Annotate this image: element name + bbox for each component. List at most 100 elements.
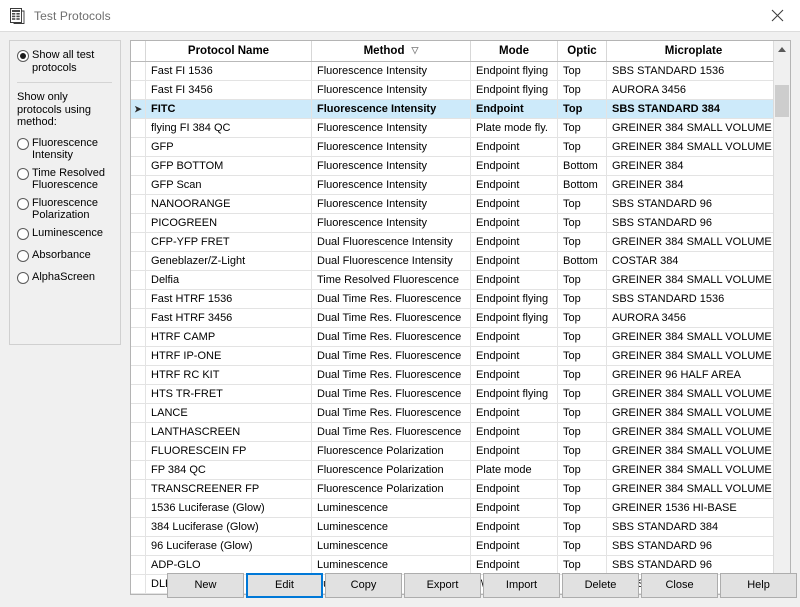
cell-method: Dual Time Res. Fluorescence: [311, 403, 471, 423]
sort-descending-icon: ▽: [411, 45, 419, 55]
copy-button[interactable]: Copy: [325, 572, 402, 598]
cell-optic: Top: [557, 384, 607, 404]
cell-protocol-name: HTRF RC KIT: [145, 365, 312, 385]
table-row[interactable]: ➤ FITC Fluorescence Intensity Endpoint Top SB…: [131, 99, 773, 119]
export-button[interactable]: Export: [404, 572, 481, 598]
table-row[interactable]: GFP Fluorescence Intensity Endpoint Top GREI…: [131, 137, 773, 157]
import-button[interactable]: Import: [483, 572, 560, 598]
table-row[interactable]: HTRF IP-ONE Dual Time Res. Fluorescence En…: [131, 346, 773, 366]
delete-button[interactable]: Delete: [562, 572, 639, 598]
cell-microplate: GREINER 384 SMALL VOLUME: [606, 118, 773, 138]
table-vertical-scrollbar[interactable]: [773, 41, 790, 594]
table-row[interactable]: Geneblazer/Z-Light Dual Fluorescence Inte…: [131, 251, 773, 271]
cell-mode: Endpoint: [470, 194, 558, 214]
cell-mode: Endpoint flying: [470, 384, 558, 404]
table-row[interactable]: GFP Scan Fluorescence Intensity Endpoint Bo…: [131, 175, 773, 195]
cell-protocol-name: HTRF CAMP: [145, 327, 312, 347]
table-row[interactable]: flying FI 384 QC Fluorescence Intensity Pl…: [131, 118, 773, 138]
row-indicator-cell: [131, 536, 146, 556]
table-row[interactable]: 384 Luciferase (Glow) Luminescence Endpoin…: [131, 517, 773, 537]
table-row[interactable]: Fast FI 1536 Fluorescence Intensity Endpoi…: [131, 61, 773, 81]
radio-absorbance[interactable]: Absorbance: [17, 249, 114, 262]
close-button[interactable]: Close: [641, 572, 718, 598]
cell-mode: Endpoint: [470, 137, 558, 157]
cell-method: Dual Time Res. Fluorescence: [311, 308, 471, 328]
radio-indicator-alphascreen: [17, 271, 29, 284]
cell-mode: Endpoint flying: [470, 289, 558, 309]
table-row[interactable]: LANTHASCREEN Dual Time Res. Fluorescence E…: [131, 422, 773, 442]
cell-mode: Endpoint: [470, 156, 558, 176]
cell-microplate: GREINER 96 HALF AREA: [606, 365, 773, 385]
row-indicator-cell: [131, 460, 146, 480]
new-button[interactable]: New: [167, 572, 244, 598]
close-window-button[interactable]: [755, 0, 800, 31]
scrollbar-thumb[interactable]: [775, 85, 789, 117]
table-row[interactable]: PICOGREEN Fluorescence Intensity Endpoint T…: [131, 213, 773, 233]
cell-method: Fluorescence Intensity: [311, 99, 471, 119]
table-row[interactable]: FP 384 QC Fluorescence Polarization Plate …: [131, 460, 773, 480]
cell-microplate: AURORA 3456: [606, 308, 773, 328]
column-header-method-label: Method: [363, 45, 405, 57]
cell-mode: Endpoint: [470, 270, 558, 290]
radio-label-time-resolved-fluorescence: Time Resolved Fluorescence: [32, 166, 105, 192]
row-indicator-cell: [131, 232, 146, 252]
table-row[interactable]: GFP BOTTOM Fluorescence Intensity Endpoint…: [131, 156, 773, 176]
cell-method: Dual Time Res. Fluorescence: [311, 327, 471, 347]
cell-method: Fluorescence Intensity: [311, 118, 471, 138]
cell-protocol-name: 1536 Luciferase (Glow): [145, 498, 312, 518]
column-header-protocol-name[interactable]: Protocol Name: [145, 41, 312, 62]
table-row[interactable]: CFP-YFP FRET Dual Fluorescence Intensity E…: [131, 232, 773, 252]
cell-microplate: SBS STANDARD 96: [606, 194, 773, 214]
table-row[interactable]: HTRF RC KIT Dual Time Res. Fluorescence En…: [131, 365, 773, 385]
cell-optic: Bottom: [557, 175, 607, 195]
radio-label-absorbance: Absorbance: [32, 248, 91, 261]
column-header-microplate[interactable]: Microplate: [606, 41, 773, 62]
cell-microplate: GREINER 384 SMALL VOLUME: [606, 403, 773, 423]
table-row[interactable]: LANCE Dual Time Res. Fluorescence Endpoint…: [131, 403, 773, 423]
table-row[interactable]: Fast FI 3456 Fluorescence Intensity Endpoi…: [131, 80, 773, 100]
cell-protocol-name: Fast FI 3456: [145, 80, 312, 100]
edit-button[interactable]: Edit: [246, 572, 323, 598]
cell-method: Dual Time Res. Fluorescence: [311, 289, 471, 309]
table-row[interactable]: FLUORESCEIN FP Fluorescence Polarization E…: [131, 441, 773, 461]
row-indicator-cell: [131, 213, 146, 233]
radio-fluorescence-polarization[interactable]: Fluorescence Polarization: [17, 197, 114, 222]
table-row[interactable]: Delfia Time Resolved Fluorescence Endpoint…: [131, 270, 773, 290]
row-indicator-cell: [131, 308, 146, 328]
table-row[interactable]: Fast HTRF 3456 Dual Time Res. Fluorescenc…: [131, 308, 773, 328]
radio-time-resolved-fluorescence[interactable]: Time Resolved Fluorescence: [17, 167, 114, 192]
cell-protocol-name: Delfia: [145, 270, 312, 290]
radio-show-all-protocols[interactable]: Show all test protocols: [17, 49, 114, 74]
table-row[interactable]: TRANSCREENER FP Fluorescence Polarization…: [131, 479, 773, 499]
help-button[interactable]: Help: [720, 572, 797, 598]
table-row[interactable]: Fast HTRF 1536 Dual Time Res. Fluorescenc…: [131, 289, 773, 309]
column-header-mode[interactable]: Mode: [470, 41, 558, 62]
radio-label-show-all: Show all test protocols: [32, 49, 95, 74]
radio-indicator-show-all: [17, 50, 29, 62]
cell-method: Dual Time Res. Fluorescence: [311, 384, 471, 404]
row-indicator-cell: [131, 289, 146, 309]
cell-protocol-name: 96 Luciferase (Glow): [145, 536, 312, 556]
table-row[interactable]: 96 Luciferase (Glow) Luminescence Endpoint…: [131, 536, 773, 556]
row-indicator-cell: ➤: [131, 99, 146, 119]
cell-optic: Top: [557, 194, 607, 214]
cell-microplate: GREINER 384 SMALL VOLUME: [606, 270, 773, 290]
column-header-method[interactable]: Method ▽: [311, 41, 471, 62]
scroll-up-button[interactable]: [774, 41, 790, 58]
cell-microplate: SBS STANDARD 96: [606, 536, 773, 556]
table-row[interactable]: NANOORANGE Fluorescence Intensity Endpoint…: [131, 194, 773, 214]
row-indicator-cell: [131, 479, 146, 499]
column-header-optic[interactable]: Optic: [557, 41, 607, 62]
table-row[interactable]: 1536 Luciferase (Glow) Luminescence Endpoi…: [131, 498, 773, 518]
radio-alphascreen[interactable]: AlphaScreen: [17, 271, 114, 284]
row-indicator-cell: [131, 498, 146, 518]
cell-mode: Endpoint flying: [470, 61, 558, 81]
row-indicator-cell: [131, 346, 146, 366]
row-indicator-cell: [131, 61, 146, 81]
radio-fluorescence-intensity[interactable]: Fluorescence Intensity: [17, 137, 114, 162]
table-row[interactable]: HTS TR-FRET Dual Time Res. Fluorescence En…: [131, 384, 773, 404]
radio-luminescence[interactable]: Luminescence: [17, 227, 114, 240]
table-header-row: Protocol Name Method ▽ Mode Optic Micropl: [131, 41, 773, 62]
table-row[interactable]: HTRF CAMP Dual Time Res. Fluorescence Endp…: [131, 327, 773, 347]
cell-protocol-name: Geneblazer/Z-Light: [145, 251, 312, 271]
